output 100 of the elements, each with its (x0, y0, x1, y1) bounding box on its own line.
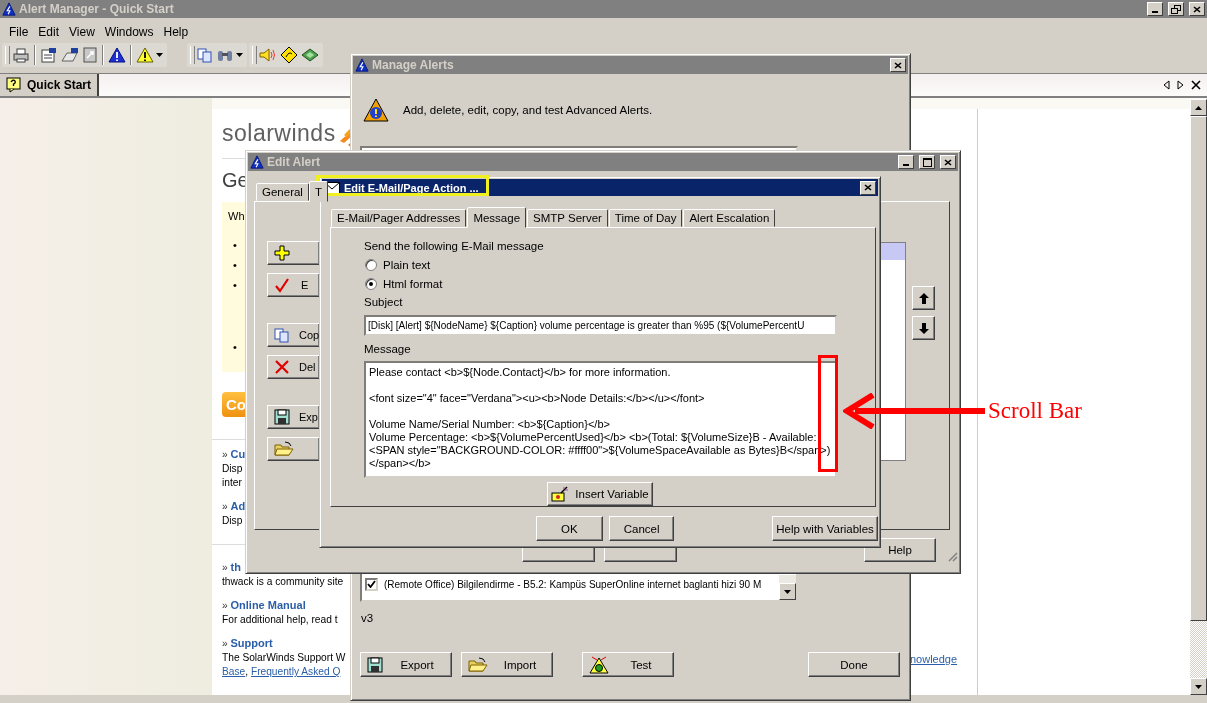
add-button[interactable] (267, 241, 320, 265)
dialog-description: Add, delete, edit, copy, and test Advanced Alerts. (403, 104, 653, 116)
dropdown-icon (156, 53, 163, 57)
close-button[interactable] (860, 180, 876, 195)
test-button[interactable]: Test (582, 652, 674, 677)
dialog-title: Edit E-Mail/Page Action ... (344, 181, 479, 194)
copy-icon (197, 47, 213, 63)
checkbox[interactable] (365, 577, 378, 591)
help-link[interactable]: Frequently Asked Q (250, 666, 341, 677)
menu-item[interactable]: View (64, 25, 100, 39)
close-button[interactable] (890, 58, 906, 72)
tab[interactable]: Alert Escalation (683, 209, 776, 227)
delete-button[interactable]: Del (267, 355, 320, 379)
import-button[interactable]: Import (461, 652, 553, 677)
export-button[interactable]: Exp (267, 405, 320, 429)
scroll-down-button[interactable] (1190, 678, 1207, 695)
road-sign-icon (280, 47, 298, 63)
page-button[interactable] (81, 45, 99, 65)
warning-button[interactable] (135, 45, 164, 65)
radio-label[interactable]: Html format (383, 277, 443, 290)
version-label: v3 (361, 612, 375, 626)
subject-field[interactable]: [Disk] [Alert] ${NodeName} ${Caption} volume percentage is greater than %95 (${VolumePercentU (364, 315, 837, 336)
tab[interactable]: SMTP Server (527, 209, 608, 227)
section-text: inter (222, 477, 242, 488)
app-icon (2, 2, 16, 16)
scroll-thumb[interactable] (1190, 116, 1207, 621)
check-icon (367, 580, 376, 588)
cancel-button[interactable]: Cancel (608, 516, 675, 541)
insert-variable-button[interactable]: Insert Variable (547, 482, 653, 506)
copy-button[interactable] (196, 45, 214, 65)
copy-button[interactable]: Cop (267, 323, 320, 347)
maximize-icon (922, 157, 932, 167)
separator-text: , (245, 666, 250, 677)
folder-icon (274, 441, 294, 457)
bullet: • (233, 279, 238, 291)
print-button[interactable] (11, 45, 31, 65)
link-marker: » (222, 562, 228, 573)
logo-text: solarwinds (222, 120, 336, 147)
section-text: thwack is a community site (222, 576, 344, 587)
alert-name[interactable]: (Remote Office) Bilgilendirme - B5.2: Kampüs SuperOnline internet baglanti hizi 90 M (384, 578, 762, 590)
close-button[interactable] (1189, 2, 1205, 16)
tab[interactable]: Message (467, 207, 527, 228)
radio-label[interactable]: Plain text (383, 258, 431, 271)
test-icon (589, 655, 609, 674)
tab[interactable]: E-Mail/Pager Addresses (331, 209, 467, 227)
app-icon (355, 58, 369, 72)
floppy-icon (274, 409, 290, 425)
restore-button[interactable] (1168, 2, 1184, 16)
section-label: Send the following E-Mail message (364, 239, 545, 254)
alert-triangle-icon (108, 47, 126, 63)
properties-icon (40, 47, 58, 63)
alert-button[interactable] (107, 45, 127, 65)
menu-item[interactable]: Edit (33, 25, 65, 39)
bullet: • (233, 239, 238, 251)
maximize-button[interactable] (919, 155, 935, 169)
scroll-up-button[interactable] (1190, 99, 1207, 116)
help-variables-button[interactable]: Help with Variables (772, 516, 878, 541)
export-button[interactable]: Export (360, 652, 452, 677)
dialog-title: Manage Alerts (372, 58, 454, 72)
diamond-button[interactable] (279, 45, 299, 65)
section-link[interactable]: Support (230, 637, 273, 649)
minimize-button[interactable] (1147, 2, 1163, 16)
edit-button[interactable] (60, 45, 80, 65)
document-tab[interactable]: Quick Start (0, 74, 100, 96)
help-button[interactable]: Help (864, 538, 936, 562)
section-link[interactable]: Cu (230, 448, 246, 460)
properties-button[interactable] (39, 45, 59, 65)
tab[interactable]: T (308, 181, 328, 202)
window-title: Alert Manager - Quick Start (19, 2, 174, 16)
menu-item[interactable]: Windows (99, 25, 159, 39)
link-marker: » (222, 600, 228, 611)
bullet: • (233, 259, 238, 271)
copy-icon (274, 327, 290, 343)
alert-icon (363, 98, 389, 122)
bullet: • (233, 341, 238, 353)
help-link[interactable]: nowledge (910, 653, 976, 665)
section-link[interactable]: Ad (230, 500, 246, 512)
move-down-button[interactable] (912, 316, 935, 340)
tab[interactable]: Time of Day (608, 209, 683, 227)
ok-button[interactable]: OK (536, 516, 603, 541)
import-button[interactable] (267, 437, 320, 461)
app-icon (250, 155, 264, 169)
minimize-button[interactable] (898, 155, 914, 169)
menu-item[interactable]: File (4, 25, 34, 39)
radio-button[interactable] (365, 258, 377, 271)
section-link[interactable]: Online Manual (230, 599, 306, 611)
floppy-icon (367, 656, 383, 673)
dialog-title: Edit Alert (267, 155, 320, 169)
close-button[interactable] (940, 155, 956, 169)
scroll-down-icon (784, 589, 791, 594)
delete-icon (274, 359, 290, 375)
section-link[interactable]: th (230, 561, 241, 573)
down-arrow-icon (918, 322, 929, 334)
tab[interactable]: General (256, 183, 309, 201)
done-button[interactable]: Done (808, 652, 900, 677)
up-arrow-icon (918, 292, 929, 304)
edit-button[interactable]: E (267, 273, 320, 297)
menu-item[interactable]: Help (158, 25, 194, 39)
move-up-button[interactable] (912, 286, 935, 310)
info-text: Wh (228, 210, 245, 222)
